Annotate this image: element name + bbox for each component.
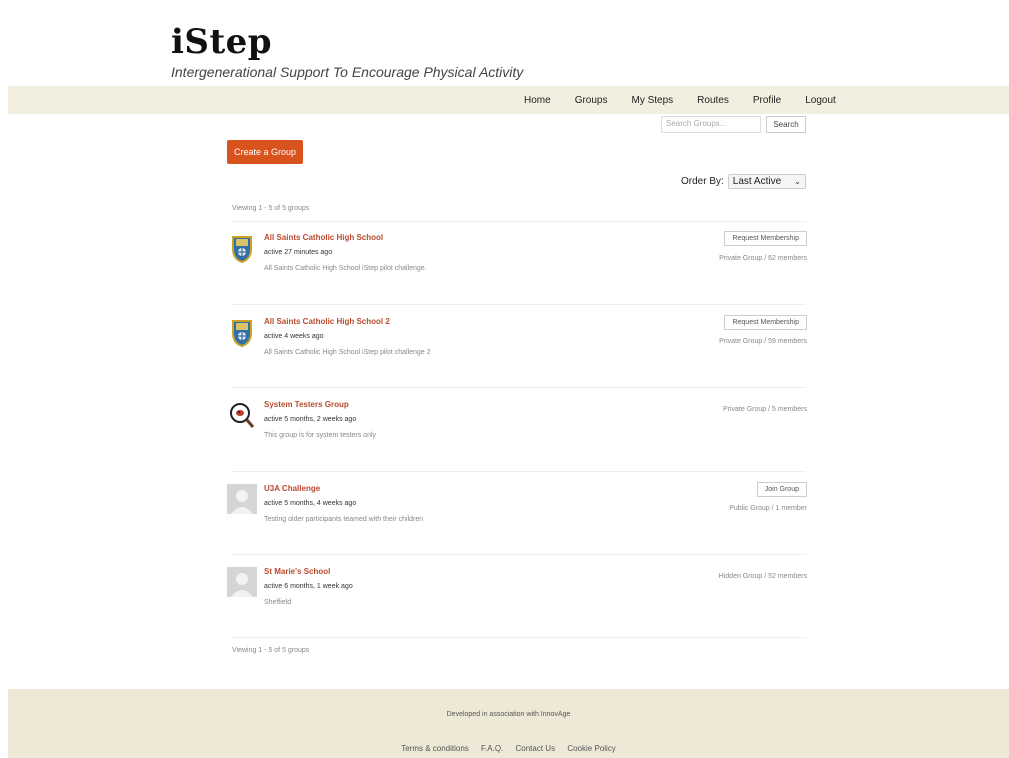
footer-link-faq[interactable]: F.A.Q. — [481, 744, 503, 753]
group-last-active: active 6 months, 1 week ago — [264, 583, 353, 590]
default-avatar-icon[interactable] — [227, 567, 257, 597]
group-last-active: active 4 weeks ago — [264, 333, 324, 340]
order-by-select[interactable]: Last Active ⌄ — [727, 174, 806, 189]
search-button[interactable]: Search — [766, 116, 806, 133]
group-meta: Private Group / 5 members — [722, 406, 807, 413]
bug-magnifier-icon[interactable] — [227, 400, 257, 430]
site-footer: Developed in association with InnovAge T… — [8, 689, 1009, 758]
nav-logout[interactable]: Logout — [805, 95, 836, 106]
divider — [232, 471, 806, 472]
footer-credit: Developed in association with InnovAge — [446, 711, 571, 718]
group-description: Testing older participants teamed with t… — [264, 516, 424, 523]
group-last-active: active 5 months, 4 weeks ago — [264, 500, 357, 507]
group-description: Sheffield — [264, 599, 292, 606]
footer-links: Terms & conditions F.A.Q. Contact Us Coo… — [8, 744, 1009, 753]
group-name-link[interactable]: U3A Challenge — [264, 484, 320, 493]
group-item: System Testers Group active 5 months, 2 … — [227, 400, 807, 470]
divider — [232, 637, 806, 638]
default-avatar-icon[interactable] — [227, 484, 257, 514]
search-input[interactable]: Search Groups... — [661, 116, 761, 133]
site-tagline: Intergenerational Support To Encourage P… — [171, 64, 524, 80]
group-last-active: active 5 months, 2 weeks ago — [264, 416, 357, 423]
group-name-link[interactable]: All Saints Catholic High School 2 — [264, 317, 390, 326]
pagination-count-top: Viewing 1 - 5 of 5 groups — [232, 205, 310, 212]
divider — [232, 554, 806, 555]
site-header: iStep Intergenerational Support To Encou… — [171, 22, 523, 80]
group-last-active: active 27 minutes ago — [264, 249, 333, 256]
group-name-link[interactable]: System Testers Group — [264, 400, 349, 409]
nav-home[interactable]: Home — [524, 95, 551, 106]
request-membership-button[interactable]: Request Membership — [724, 315, 807, 330]
group-meta: Hidden Group / 52 members — [718, 573, 807, 580]
footer-link-cookie-policy[interactable]: Cookie Policy — [567, 744, 615, 753]
order-by-label: Order By: — [681, 176, 724, 187]
group-description: All Saints Catholic High School iStep pi… — [264, 265, 427, 272]
group-description: All Saints Catholic High School iStep pi… — [264, 349, 431, 356]
page: iStep Intergenerational Support To Encou… — [8, 0, 1009, 758]
school-crest-icon[interactable] — [227, 233, 257, 264]
group-item: All Saints Catholic High School 2 active… — [227, 315, 807, 387]
nav-my-steps[interactable]: My Steps — [631, 95, 673, 106]
nav-profile[interactable]: Profile — [753, 95, 781, 106]
pagination-count-bottom: Viewing 1 - 5 of 5 groups — [232, 647, 310, 654]
group-name-link[interactable]: St Marie's School — [264, 567, 330, 576]
order-by-value: Last Active — [732, 176, 782, 187]
nav-routes[interactable]: Routes — [697, 95, 729, 106]
create-group-button[interactable]: Create a Group — [227, 140, 303, 164]
main-nav: Home Groups My Steps Routes Profile Logo… — [8, 86, 1009, 114]
divider — [232, 387, 806, 388]
chevron-down-icon: ⌄ — [794, 177, 801, 186]
group-item: St Marie's School active 6 months, 1 wee… — [227, 567, 807, 637]
school-crest-icon[interactable] — [227, 317, 257, 348]
request-membership-button[interactable]: Request Membership — [724, 231, 807, 246]
join-group-button[interactable]: Join Group — [756, 482, 807, 497]
nav-groups[interactable]: Groups — [575, 95, 608, 106]
divider — [232, 304, 806, 305]
group-meta: Public Group / 1 member — [729, 505, 807, 512]
group-item: All Saints Catholic High School active 2… — [227, 231, 807, 303]
footer-link-contact[interactable]: Contact Us — [516, 744, 556, 753]
group-item: U3A Challenge active 5 months, 4 weeks a… — [227, 482, 807, 554]
group-name-link[interactable]: All Saints Catholic High School — [264, 233, 383, 242]
site-title[interactable]: iStep — [171, 22, 523, 62]
divider — [232, 221, 806, 222]
group-meta: Private Group / 59 members — [719, 338, 807, 345]
footer-link-terms[interactable]: Terms & conditions — [401, 744, 469, 753]
group-description: This group is for system testers only — [264, 432, 377, 439]
order-by: Order By: Last Active ⌄ — [681, 174, 806, 189]
group-meta: Private Group / 62 members — [719, 255, 807, 262]
